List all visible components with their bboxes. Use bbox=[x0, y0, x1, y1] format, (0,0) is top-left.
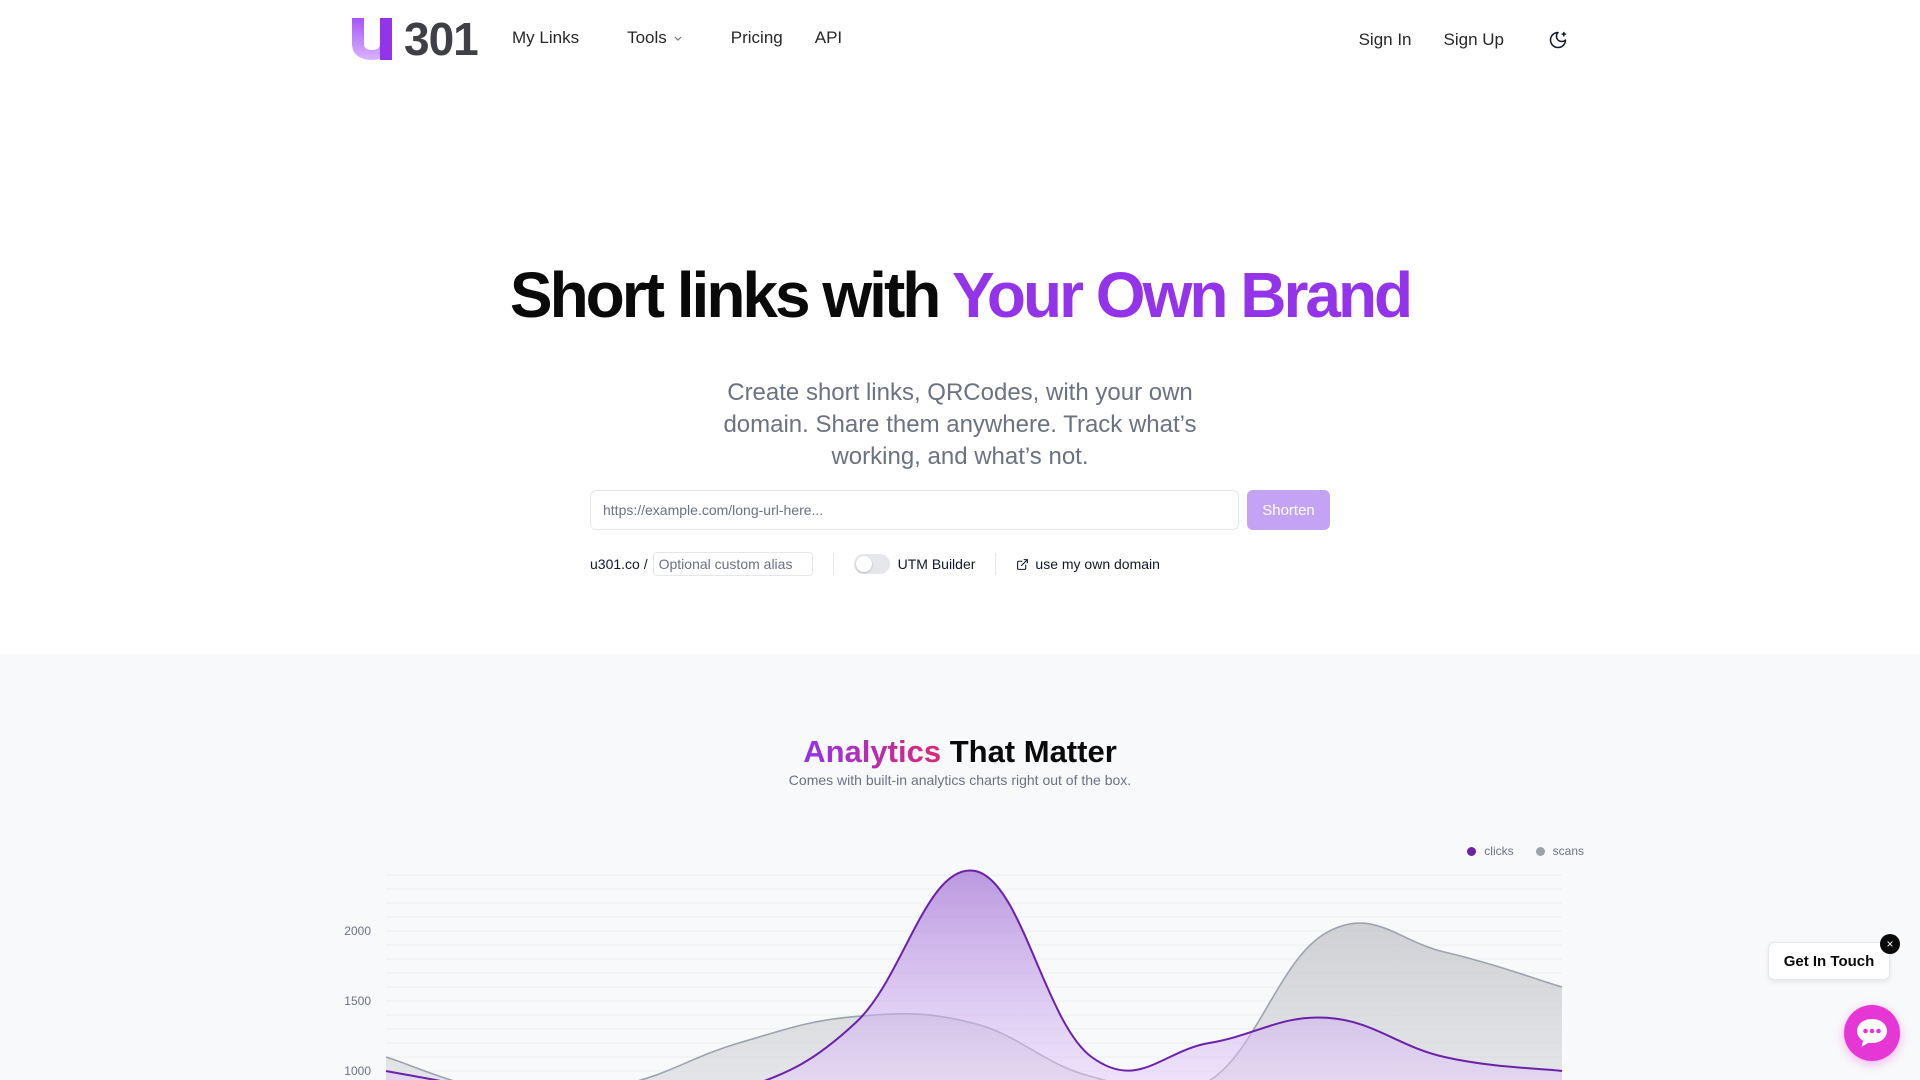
hero-title-accent: Your Own Brand bbox=[951, 259, 1413, 331]
y-tick-label: 2000 bbox=[344, 924, 371, 938]
main-nav: My Links Tools Pricing API bbox=[512, 28, 842, 48]
logo-u-icon bbox=[352, 18, 392, 60]
shorten-button[interactable]: Shorten bbox=[1247, 490, 1330, 530]
chevron-down-icon bbox=[674, 36, 682, 41]
custom-alias-input[interactable] bbox=[652, 552, 813, 576]
site-header: 301 My Links Tools Pricing API Sign In S… bbox=[0, 0, 1920, 78]
y-tick-label: 1000 bbox=[344, 1064, 371, 1078]
logo[interactable]: 301 bbox=[352, 13, 479, 65]
chart-series bbox=[385, 869, 1563, 1080]
auth-links: Sign In Sign Up bbox=[1359, 28, 1570, 52]
nav-tools-label: Tools bbox=[627, 28, 667, 47]
sign-up-link[interactable]: Sign Up bbox=[1444, 30, 1504, 50]
shortener-options: u301.co / UTM Builder use my own domain bbox=[590, 552, 1160, 576]
chart-y-ticks: 1000 1500 2000 bbox=[344, 924, 371, 1078]
utm-builder-toggle[interactable] bbox=[853, 554, 890, 574]
long-url-input[interactable] bbox=[590, 490, 1239, 530]
use-own-domain-link[interactable]: use my own domain bbox=[1016, 556, 1160, 572]
nav-api[interactable]: API bbox=[815, 28, 842, 48]
use-own-domain-label: use my own domain bbox=[1035, 556, 1160, 572]
nav-my-links[interactable]: My Links bbox=[512, 28, 579, 48]
domain-prefix: u301.co / bbox=[590, 556, 648, 572]
utm-builder-label: UTM Builder bbox=[897, 556, 976, 572]
divider bbox=[832, 553, 834, 575]
analytics-area-chart: 1000 1500 2000 bbox=[344, 869, 1563, 1080]
sign-in-link[interactable]: Sign In bbox=[1359, 30, 1412, 50]
toggle-knob bbox=[855, 556, 872, 572]
logo-text: 301 bbox=[404, 13, 479, 65]
get-in-touch-widget: Get In Touch × bbox=[1768, 934, 1900, 980]
nav-tools-dropdown[interactable]: Tools bbox=[627, 28, 683, 48]
chat-launcher-button[interactable] bbox=[1844, 1005, 1900, 1061]
nav-pricing[interactable]: Pricing bbox=[731, 28, 783, 48]
get-in-touch-button[interactable]: Get In Touch bbox=[1768, 942, 1890, 980]
chat-bubble-icon bbox=[1857, 1019, 1887, 1047]
divider bbox=[995, 553, 997, 575]
theme-toggle-button[interactable] bbox=[1546, 28, 1570, 52]
hero-title: Short links with Your Own Brand bbox=[0, 258, 1920, 332]
analytics-section: Analytics That Matter Comes with built-i… bbox=[0, 654, 1920, 1080]
moon-sparkle-icon bbox=[1549, 31, 1567, 49]
external-link-icon bbox=[1017, 558, 1029, 570]
close-icon[interactable]: × bbox=[1880, 934, 1900, 954]
hero-title-plain: Short links with bbox=[509, 259, 952, 331]
hero-subtitle: Create short links, QRCodes, with your o… bbox=[723, 379, 1197, 470]
y-tick-label: 1500 bbox=[344, 994, 371, 1008]
